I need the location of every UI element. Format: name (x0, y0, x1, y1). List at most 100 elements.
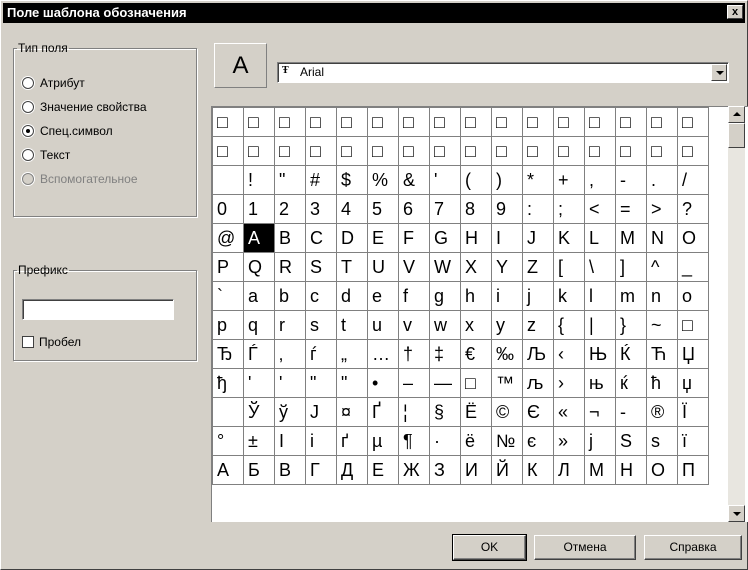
scroll-down-button[interactable] (728, 505, 745, 522)
char-cell[interactable]: □ (429, 136, 461, 166)
char-cell[interactable]: D (336, 223, 368, 253)
char-cell[interactable]: m (615, 281, 647, 311)
char-cell[interactable]: < (584, 194, 616, 224)
char-cell[interactable]: □ (336, 107, 368, 137)
title-bar[interactable]: Поле шаблона обозначения x (3, 3, 745, 23)
char-cell[interactable]: □ (677, 107, 709, 137)
char-cell[interactable]: ћ (646, 368, 678, 398)
char-cell[interactable]: ' (274, 368, 306, 398)
char-cell[interactable]: c (305, 281, 337, 311)
char-cell[interactable]: Б (243, 455, 275, 485)
char-cell[interactable]: ] (615, 252, 647, 282)
char-cell[interactable]: f (398, 281, 430, 311)
checkbox-box[interactable] (22, 336, 34, 348)
char-cell[interactable]: □ (491, 107, 523, 137)
radio-button-icon[interactable] (22, 101, 34, 113)
char-cell[interactable]: □ (646, 107, 678, 137)
char-cell[interactable]: □ (274, 107, 306, 137)
char-cell[interactable]: ‚ (274, 339, 306, 369)
char-cell[interactable]: □ (584, 107, 616, 137)
char-cell[interactable]: Ђ (212, 339, 244, 369)
char-cell[interactable]: И (460, 455, 492, 485)
char-cell[interactable]: □ (677, 136, 709, 166)
char-cell[interactable]: □ (274, 136, 306, 166)
char-cell[interactable]: ў (274, 397, 306, 427)
char-cell[interactable]: і (305, 426, 337, 456)
char-cell[interactable]: x (460, 310, 492, 340)
char-cell[interactable]: @ (212, 223, 244, 253)
char-cell[interactable]: Ѓ (243, 339, 275, 369)
char-cell[interactable]: | (584, 310, 616, 340)
char-cell[interactable]: Ќ (615, 339, 647, 369)
char-cell[interactable]: N (646, 223, 678, 253)
char-cell[interactable]: ‰ (491, 339, 523, 369)
char-cell[interactable]: t (336, 310, 368, 340)
char-cell[interactable]: Ё (460, 397, 492, 427)
char-cell[interactable]: d (336, 281, 368, 311)
char-cell[interactable]: □ (460, 368, 492, 398)
char-cell[interactable]: T (336, 252, 368, 282)
char-cell[interactable]: … (367, 339, 399, 369)
char-cell[interactable]: є (522, 426, 554, 456)
char-cell[interactable]: ? (677, 194, 709, 224)
char-cell[interactable]: □ (212, 136, 244, 166)
char-cell[interactable]: { (553, 310, 585, 340)
char-cell[interactable]: □ (522, 136, 554, 166)
char-cell[interactable]: ! (243, 165, 275, 195)
char-cell[interactable]: К (522, 455, 554, 485)
font-dropdown-button[interactable] (711, 64, 727, 81)
char-cell[interactable]: □ (305, 107, 337, 137)
char-cell[interactable]: □ (460, 136, 492, 166)
char-cell[interactable]: X (460, 252, 492, 282)
char-cell[interactable]: a (243, 281, 275, 311)
char-cell[interactable]: В (274, 455, 306, 485)
char-cell[interactable]: © (491, 397, 523, 427)
char-cell[interactable]: B (274, 223, 306, 253)
char-grid-scrollbar[interactable] (728, 106, 745, 522)
char-cell[interactable]: G (429, 223, 461, 253)
char-cell[interactable]: & (398, 165, 430, 195)
char-cell[interactable]: Д (336, 455, 368, 485)
char-cell[interactable]: □ (429, 107, 461, 137)
char-cell[interactable]: □ (243, 107, 275, 137)
char-cell[interactable]: ; (553, 194, 585, 224)
char-cell[interactable]: e (367, 281, 399, 311)
char-cell[interactable]: ј (584, 426, 616, 456)
char-cell[interactable]: + (553, 165, 585, 195)
char-cell[interactable]: ¤ (336, 397, 368, 427)
char-cell[interactable]: v (398, 310, 430, 340)
char-cell[interactable]: k (553, 281, 585, 311)
char-cell[interactable]: ' (429, 165, 461, 195)
char-cell[interactable]: □ (398, 107, 430, 137)
char-cell[interactable]: □ (522, 107, 554, 137)
char-cell[interactable]: E (367, 223, 399, 253)
char-cell[interactable]: W (429, 252, 461, 282)
char-cell[interactable]: № (491, 426, 523, 456)
char-cell[interactable]: } (615, 310, 647, 340)
char-cell[interactable]: F (398, 223, 430, 253)
char-cell[interactable]: 4 (336, 194, 368, 224)
char-cell[interactable]: U (367, 252, 399, 282)
field-type-radio-2[interactable]: Спец.символ (22, 123, 113, 139)
char-cell[interactable]: Ї (677, 397, 709, 427)
char-cell[interactable]: □ (491, 136, 523, 166)
char-cell[interactable]: g (429, 281, 461, 311)
char-cell[interactable]: z (522, 310, 554, 340)
char-cell[interactable]: 3 (305, 194, 337, 224)
char-cell[interactable]: ќ (615, 368, 647, 398)
char-cell[interactable]: Н (615, 455, 647, 485)
char-cell[interactable]: Y (491, 252, 523, 282)
char-cell[interactable]: ± (243, 426, 275, 456)
char-cell[interactable]: M (615, 223, 647, 253)
char-cell[interactable]: # (305, 165, 337, 195)
char-cell[interactable]: □ (615, 107, 647, 137)
char-cell[interactable]: y (491, 310, 523, 340)
char-cell[interactable]: Ў (243, 397, 275, 427)
char-cell[interactable]: l (584, 281, 616, 311)
char-cell[interactable]: o (677, 281, 709, 311)
char-cell[interactable]: — (429, 368, 461, 398)
char-cell[interactable]: q (243, 310, 275, 340)
radio-button-icon[interactable] (22, 125, 34, 137)
char-cell[interactable]: Й (491, 455, 523, 485)
char-cell[interactable]: ¶ (398, 426, 430, 456)
